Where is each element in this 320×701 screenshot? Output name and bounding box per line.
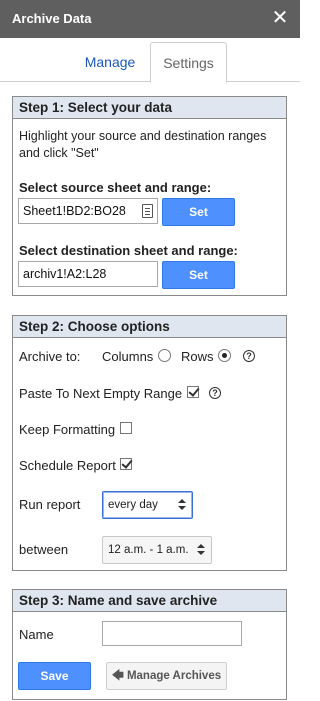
archive-name-input[interactable] (107, 623, 241, 645)
window-title: Archive Data (12, 11, 92, 26)
tab-bar: Manage Settings (0, 38, 300, 83)
step1-description: Highlight your source and destination ra… (19, 129, 267, 160)
step2-header: Step 2: Choose options (13, 316, 286, 338)
step3-header: Step 3: Name and save archive (13, 590, 286, 612)
window-titlebar: Archive Data ✕ (0, 0, 300, 38)
destination-range-input[interactable] (23, 263, 157, 285)
arrow-left-icon: 🡄 (111, 670, 124, 682)
manage-archives-button[interactable]: 🡄 Manage Archives (106, 662, 227, 690)
tab-manage[interactable]: Manage (74, 42, 146, 82)
destination-range-field[interactable] (18, 261, 158, 287)
run-report-value: every day (108, 499, 158, 511)
source-range-label: Select source sheet and range: (19, 180, 212, 195)
set-source-button[interactable]: Set (162, 198, 235, 226)
run-report-label: Run report (19, 497, 81, 512)
keep-formatting-label: Keep Formatting (19, 422, 116, 437)
step2-section: Step 2: Choose options Archive to: Colum… (12, 315, 287, 571)
destination-range-label: Select destination sheet and range: (19, 243, 238, 258)
select-arrows-icon (178, 499, 186, 511)
archive-name-field[interactable] (102, 621, 242, 646)
archive-to-help-icon[interactable]: ? (243, 350, 255, 362)
tab-settings[interactable]: Settings (150, 42, 227, 83)
paste-next-empty-checkbox[interactable] (187, 386, 199, 398)
archive-to-label: Archive to: (19, 349, 81, 364)
source-range-field[interactable] (18, 198, 158, 224)
select-arrows-icon (197, 544, 205, 556)
between-label: between (19, 542, 69, 557)
run-report-select[interactable]: every day (102, 491, 193, 519)
set-destination-button[interactable]: Set (162, 261, 235, 289)
step1-header: Step 1: Select your data (13, 97, 286, 119)
save-button[interactable]: Save (18, 662, 91, 690)
rows-radio[interactable] (218, 349, 231, 362)
between-value: 12 a.m. - 1 a.m. (108, 544, 189, 556)
step1-section: Step 1: Select your data Highlight your … (12, 96, 287, 296)
step3-section: Step 3: Name and save archive Name Save … (12, 589, 287, 700)
manage-archives-label: Manage Archives (126, 670, 222, 682)
archive-name-label: Name (19, 627, 54, 642)
between-select[interactable]: 12 a.m. - 1 a.m. (102, 536, 212, 564)
schedule-report-checkbox[interactable] (120, 458, 132, 470)
close-icon[interactable]: ✕ (270, 7, 290, 29)
columns-label: Columns (102, 349, 154, 364)
source-range-input[interactable] (23, 200, 157, 222)
range-picker-icon[interactable] (142, 204, 153, 218)
columns-radio[interactable] (158, 349, 171, 362)
schedule-report-label: Schedule Report (19, 458, 116, 473)
paste-next-empty-label: Paste To Next Empty Range (19, 386, 183, 401)
rows-label: Rows (181, 349, 214, 364)
paste-help-icon[interactable]: ? (209, 387, 221, 399)
keep-formatting-checkbox[interactable] (120, 422, 132, 434)
